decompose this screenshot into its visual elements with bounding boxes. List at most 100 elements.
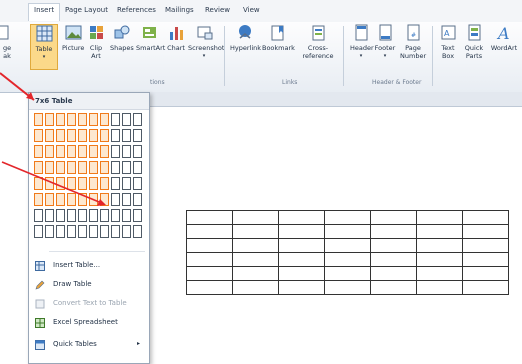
table-cell[interactable] xyxy=(324,252,371,267)
table-cell[interactable] xyxy=(232,280,279,295)
table-cell[interactable] xyxy=(232,210,279,225)
table-grid-cell[interactable] xyxy=(100,145,109,158)
table-grid-cell[interactable] xyxy=(122,177,131,190)
page-break-button[interactable]: ge ak xyxy=(0,24,14,60)
tab-review[interactable]: Review xyxy=(200,4,235,16)
hyperlink-button[interactable]: Hyperlink xyxy=(230,24,261,52)
table-grid-cell[interactable] xyxy=(78,145,87,158)
tab-view[interactable]: View xyxy=(238,4,265,16)
table-cell[interactable] xyxy=(370,210,417,225)
table-cell[interactable] xyxy=(324,210,371,225)
table-cell[interactable] xyxy=(462,266,509,281)
clip-art-button[interactable]: Clip Art xyxy=(88,24,104,60)
table-cell[interactable] xyxy=(278,266,325,281)
table-cell[interactable] xyxy=(278,210,325,225)
quick-parts-button[interactable]: Quick Parts xyxy=(462,24,486,60)
table-cell[interactable] xyxy=(278,280,325,295)
table-cell[interactable] xyxy=(278,238,325,253)
table-grid-cell[interactable] xyxy=(111,145,120,158)
table-grid-cell[interactable] xyxy=(45,145,54,158)
table-cell[interactable] xyxy=(416,266,463,281)
table-grid-cell[interactable] xyxy=(34,129,43,142)
table-cell[interactable] xyxy=(370,252,417,267)
table-cell[interactable] xyxy=(370,224,417,239)
table-cell[interactable] xyxy=(462,280,509,295)
table-cell[interactable] xyxy=(462,224,509,239)
table-grid-cell[interactable] xyxy=(111,225,120,238)
table-grid-cell[interactable] xyxy=(67,129,76,142)
table-cell[interactable] xyxy=(186,210,233,225)
table-grid-cell[interactable] xyxy=(122,113,131,126)
table-cell[interactable] xyxy=(186,224,233,239)
table-grid-cell[interactable] xyxy=(100,225,109,238)
insert-table-item[interactable]: Insert Table... xyxy=(29,256,149,274)
table-cell[interactable] xyxy=(232,266,279,281)
table-grid-cell[interactable] xyxy=(133,193,142,206)
table-grid-cell[interactable] xyxy=(89,225,98,238)
table-cell[interactable] xyxy=(416,252,463,267)
table-cell[interactable] xyxy=(462,252,509,267)
picture-button[interactable]: Picture xyxy=(62,24,84,52)
tab-insert[interactable]: Insert xyxy=(28,3,61,21)
table-cell[interactable] xyxy=(186,252,233,267)
table-grid-cell[interactable] xyxy=(122,129,131,142)
table-grid-cell[interactable] xyxy=(122,161,131,174)
table-cell[interactable] xyxy=(186,266,233,281)
table-grid-cell[interactable] xyxy=(111,129,120,142)
table-grid-cell[interactable] xyxy=(89,113,98,126)
screenshot-button[interactable]: Screenshot ▾ xyxy=(188,24,224,60)
table-grid-cell[interactable] xyxy=(56,145,65,158)
table-grid-cell[interactable] xyxy=(100,113,109,126)
table-grid-cell[interactable] xyxy=(56,113,65,126)
table-grid-cell[interactable] xyxy=(45,225,54,238)
table-cell[interactable] xyxy=(232,238,279,253)
table-grid-cell[interactable] xyxy=(67,225,76,238)
table-grid-cell[interactable] xyxy=(89,145,98,158)
shapes-button[interactable]: Shapes xyxy=(110,24,134,52)
table-grid-cell[interactable] xyxy=(89,129,98,142)
footer-button[interactable]: Footer ▾ xyxy=(374,24,396,60)
table-grid-cell[interactable] xyxy=(78,113,87,126)
table-cell[interactable] xyxy=(416,280,463,295)
table-grid-cell[interactable] xyxy=(56,129,65,142)
table-button[interactable]: Table ▾ xyxy=(30,24,58,70)
table-grid-cell[interactable] xyxy=(100,129,109,142)
chart-button[interactable]: Chart xyxy=(166,24,186,52)
tab-page-layout[interactable]: Page Layout xyxy=(60,4,113,16)
table-grid-cell[interactable] xyxy=(133,225,142,238)
table-grid-cell[interactable] xyxy=(78,225,87,238)
cross-reference-button[interactable]: Cross-reference xyxy=(296,24,340,60)
table-grid-cell[interactable] xyxy=(45,113,54,126)
wordart-button[interactable]: A WordArt xyxy=(490,24,518,52)
table-grid-cell[interactable] xyxy=(67,145,76,158)
table-cell[interactable] xyxy=(416,224,463,239)
table-grid-cell[interactable] xyxy=(111,113,120,126)
table-grid-cell[interactable] xyxy=(34,225,43,238)
table-grid-cell[interactable] xyxy=(133,113,142,126)
table-cell[interactable] xyxy=(370,238,417,253)
table-grid-cell[interactable] xyxy=(133,145,142,158)
table-cell[interactable] xyxy=(324,280,371,295)
page-number-button[interactable]: # Page Number xyxy=(400,24,426,60)
table-cell[interactable] xyxy=(324,238,371,253)
table-cell[interactable] xyxy=(186,238,233,253)
draw-table-item[interactable]: Draw Table xyxy=(29,275,149,293)
table-grid-cell[interactable] xyxy=(122,225,131,238)
table-grid-cell[interactable] xyxy=(133,177,142,190)
table-cell[interactable] xyxy=(416,238,463,253)
table-grid-cell[interactable] xyxy=(122,193,131,206)
table-cell[interactable] xyxy=(370,280,417,295)
table-grid-cell[interactable] xyxy=(133,129,142,142)
table-grid-cell[interactable] xyxy=(133,161,142,174)
table-grid-cell[interactable] xyxy=(122,145,131,158)
text-box-button[interactable]: A Text Box xyxy=(438,24,458,60)
table-grid-cell[interactable] xyxy=(34,145,43,158)
table-cell[interactable] xyxy=(278,224,325,239)
smartart-button[interactable]: SmartArt xyxy=(136,24,165,52)
table-cell[interactable] xyxy=(278,252,325,267)
table-grid-cell[interactable] xyxy=(45,129,54,142)
table-grid-cell[interactable] xyxy=(34,113,43,126)
table-grid-cell[interactable] xyxy=(67,113,76,126)
tab-mailings[interactable]: Mailings xyxy=(160,4,199,16)
table-grid-cell[interactable] xyxy=(56,225,65,238)
